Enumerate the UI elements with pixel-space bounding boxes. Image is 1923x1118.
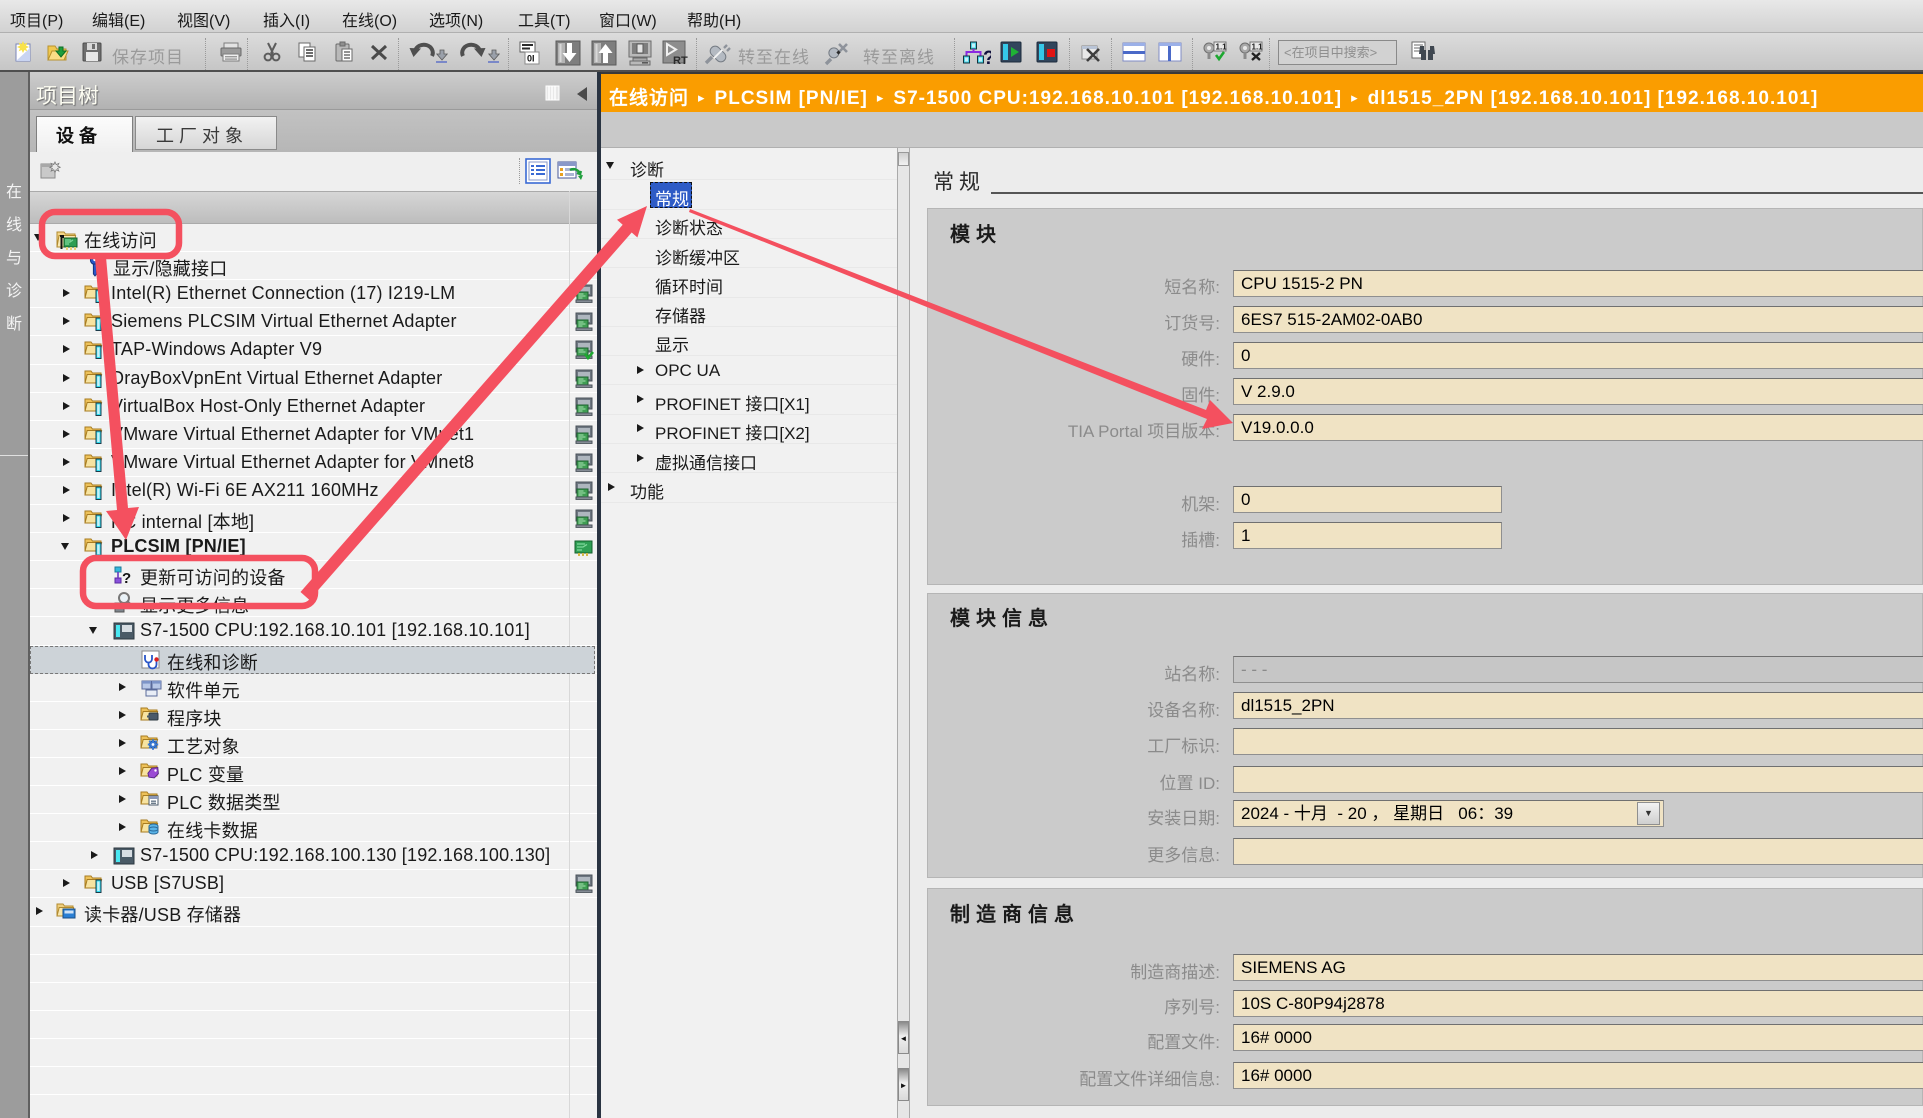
svg-text:?: ? xyxy=(122,570,131,587)
svg-text:0I: 0I xyxy=(527,54,535,64)
svg-text:1.1: 1.1 xyxy=(1252,43,1264,52)
svg-text:?: ? xyxy=(983,48,991,66)
svg-text:1.1: 1.1 xyxy=(1216,43,1228,52)
svg-text:RT: RT xyxy=(673,55,688,66)
